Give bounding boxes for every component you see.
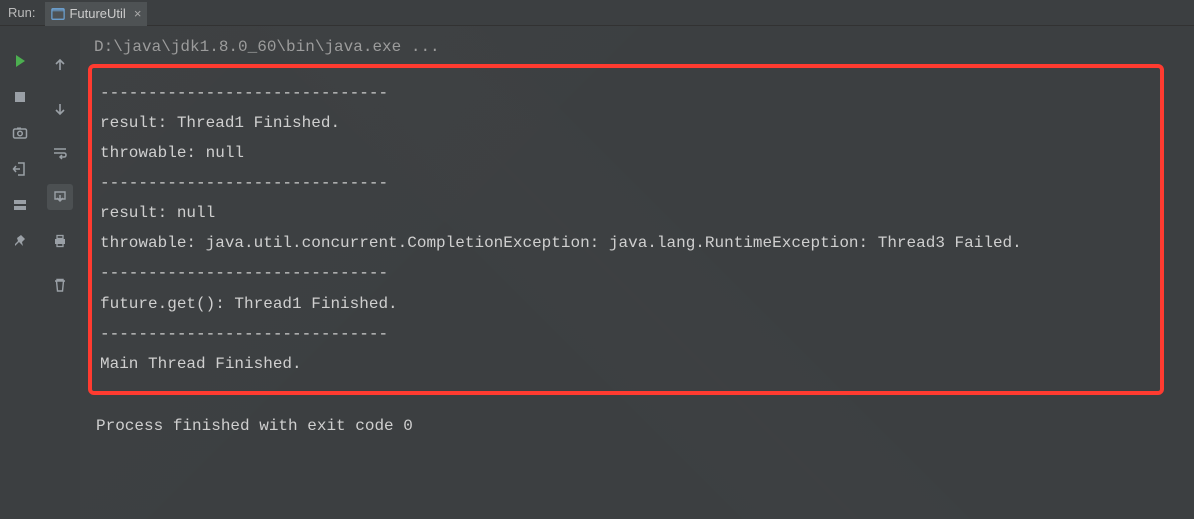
console-line: throwable: java.util.concurrent.Completi… <box>100 228 1150 258</box>
console-output[interactable]: D:\java\jdk1.8.0_60\bin\java.exe ... ---… <box>80 26 1194 519</box>
scroll-to-end-icon[interactable] <box>47 184 73 210</box>
console-line: ------------------------------ <box>100 258 1150 288</box>
trash-icon[interactable] <box>47 272 73 298</box>
run-toolbar-left <box>0 26 40 519</box>
run-tab-futureutil[interactable]: FutureUtil × <box>45 2 147 26</box>
console-line: future.get(): Thread1 Finished. <box>100 289 1150 319</box>
console-line: ------------------------------ <box>100 168 1150 198</box>
console-line: Main Thread Finished. <box>100 349 1150 379</box>
pin-icon[interactable] <box>11 232 29 250</box>
console-command-line: D:\java\jdk1.8.0_60\bin\java.exe ... <box>88 38 1194 62</box>
camera-icon[interactable] <box>11 124 29 142</box>
run-tab-label: FutureUtil <box>69 6 125 21</box>
run-label: Run: <box>0 5 45 20</box>
console-exit-message: Process finished with exit code 0 <box>88 403 1194 435</box>
console-line: result: Thread1 Finished. <box>100 108 1150 138</box>
run-toolwindow-body: D:\java\jdk1.8.0_60\bin\java.exe ... ---… <box>0 26 1194 519</box>
console-line: result: null <box>100 198 1150 228</box>
arrow-up-icon[interactable] <box>47 52 73 78</box>
exit-icon[interactable] <box>11 160 29 178</box>
console-toolbar <box>40 26 80 519</box>
run-config-icon <box>51 7 65 21</box>
print-icon[interactable] <box>47 228 73 254</box>
close-icon[interactable]: × <box>130 6 142 21</box>
arrow-down-icon[interactable] <box>47 96 73 122</box>
console-line: ------------------------------ <box>100 78 1150 108</box>
stop-icon[interactable] <box>11 88 29 106</box>
console-line: throwable: null <box>100 138 1150 168</box>
run-toolwindow-header: Run: FutureUtil × <box>0 0 1194 26</box>
layout-icon[interactable] <box>11 196 29 214</box>
console-line: ------------------------------ <box>100 319 1150 349</box>
rerun-icon[interactable] <box>11 52 29 70</box>
soft-wrap-icon[interactable] <box>47 140 73 166</box>
output-highlight-box: ------------------------------ result: T… <box>88 64 1164 395</box>
